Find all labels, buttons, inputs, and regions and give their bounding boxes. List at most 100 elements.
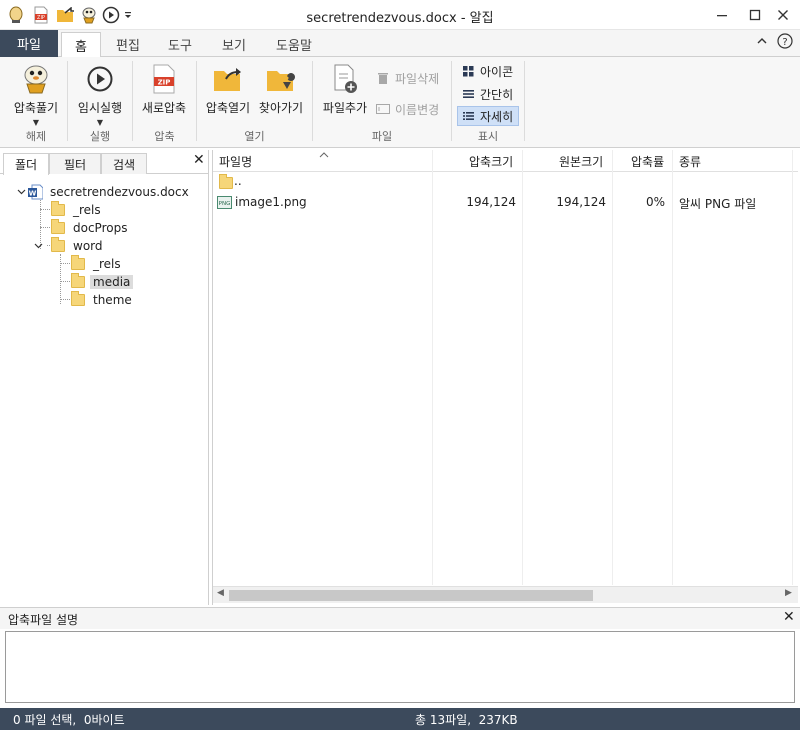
file-name: image1.png <box>235 195 307 209</box>
scroll-right-icon[interactable]: ▶ <box>785 588 792 598</box>
ribbon: 압축풀기 ▼ 해제 임시실행 ▼ 실행 ZIP 새로압축 압축 압축열기 찾아가… <box>0 57 800 148</box>
dropdown-caret-icon: ▼ <box>96 118 104 127</box>
folder-icon <box>71 255 85 270</box>
column-divider[interactable] <box>432 150 433 585</box>
file-list: 파일명 압축크기 원본크기 압축률 종류 .. PNG image1.png 1… <box>212 150 798 605</box>
column-header: 파일명 압축크기 원본크기 압축률 종류 <box>213 150 798 172</box>
folder-location-icon <box>265 63 297 95</box>
svg-text:W: W <box>29 190 37 198</box>
tree-line <box>60 263 70 264</box>
collapse-chevron-icon[interactable] <box>31 243 45 249</box>
view-simple-button[interactable]: 간단히 <box>459 84 521 104</box>
png-icon: PNG <box>217 196 232 212</box>
zip-file-icon: ZIP <box>148 63 180 95</box>
ribbon-tab-bar: 파일 홈 편집 도구 보기 도움말 ? <box>0 30 800 58</box>
delete-file-button[interactable]: 파일삭제 <box>376 68 439 88</box>
close-icon[interactable] <box>766 0 800 30</box>
rename-icon <box>376 102 390 116</box>
tab-search[interactable]: 검색 <box>101 153 147 174</box>
collapse-chevron-icon[interactable] <box>14 189 28 195</box>
close-panel-icon[interactable]: ✕ <box>193 152 205 168</box>
tab-home[interactable]: 홈 <box>61 32 101 58</box>
group-separator <box>312 61 313 141</box>
list-icon <box>461 87 475 101</box>
group-label-compress: 압축 <box>154 130 175 143</box>
tree-root[interactable]: W secretrendezvous.docx <box>14 183 192 201</box>
tab-edit[interactable]: 편집 <box>106 32 150 57</box>
group-label-run: 실행 <box>89 130 111 143</box>
column-divider[interactable] <box>612 150 613 585</box>
column-original-size[interactable]: 원본크기 <box>559 153 603 170</box>
group-label-file: 파일 <box>371 130 393 143</box>
table-row[interactable]: PNG image1.png 194,124 194,124 0% 알씨 PNG… <box>213 193 798 212</box>
tree-line <box>60 299 70 300</box>
panel-tabs: 폴더 필터 검색 ✕ <box>0 150 209 175</box>
grid-icon <box>461 64 475 78</box>
group-label-open: 열기 <box>244 130 265 143</box>
scroll-left-icon[interactable]: ◀ <box>217 588 224 598</box>
tab-tools[interactable]: 도구 <box>158 32 202 57</box>
column-type[interactable]: 종류 <box>679 153 701 170</box>
folder-panel: 폴더 필터 검색 ✕ W secretrendezvous.docx _rels… <box>0 150 209 605</box>
scrollbar-thumb[interactable] <box>229 590 593 601</box>
description-title: 압축파일 설명 <box>8 613 79 627</box>
tab-view[interactable]: 보기 <box>212 32 256 57</box>
column-name[interactable]: 파일명 <box>219 153 252 170</box>
find-location-button[interactable]: 찾아가기 <box>254 63 308 116</box>
detail-list-icon <box>461 109 475 123</box>
temp-run-button[interactable]: 임시실행 ▼ <box>72 63 128 127</box>
tab-help[interactable]: 도움말 <box>268 32 320 57</box>
parent-folder-row[interactable]: .. <box>213 174 798 193</box>
word-document-icon: W <box>28 184 43 200</box>
status-bar: 0 파일 선택, 0바이트 총 13파일, 237KB <box>0 708 800 730</box>
extract-button[interactable]: 압축풀기 ▼ <box>8 63 64 127</box>
rename-button[interactable]: 이름변경 <box>376 99 439 119</box>
tree-line <box>40 227 50 228</box>
view-detail-button[interactable]: 자세히 <box>457 106 519 126</box>
extract-mascot-icon <box>20 63 52 95</box>
open-archive-button[interactable]: 압축열기 <box>200 63 256 116</box>
file-packed-size: 194,124 <box>466 195 516 209</box>
folder-icon <box>51 237 65 252</box>
minimize-icon[interactable] <box>705 0 739 30</box>
description-textarea[interactable] <box>5 631 795 703</box>
tab-folder[interactable]: 폴더 <box>3 153 49 175</box>
title-bar: ZIP secretrendezvous.docx - 알집 <box>0 0 800 30</box>
file-original-size: 194,124 <box>556 195 606 209</box>
column-divider[interactable] <box>522 150 523 585</box>
horizontal-scrollbar[interactable]: ◀ ▶ <box>213 586 798 603</box>
add-file-icon <box>329 63 361 95</box>
svg-text:ZIP: ZIP <box>158 79 171 87</box>
tree-item-word-rels[interactable]: _rels <box>71 255 124 273</box>
window-title: secretrendezvous.docx - 알집 <box>306 11 494 26</box>
file-type: 알씨 PNG 파일 <box>679 197 757 211</box>
tree-item-theme[interactable]: theme <box>71 291 135 309</box>
tree-item-word[interactable]: word <box>31 237 106 255</box>
folder-open-arrow-icon <box>212 63 244 95</box>
column-divider[interactable] <box>792 150 793 585</box>
column-packed-size[interactable]: 압축크기 <box>469 153 513 170</box>
tree-item-docprops[interactable]: docProps <box>51 219 130 237</box>
folder-icon <box>71 291 85 306</box>
view-icons-button[interactable]: 아이콘 <box>459 61 521 81</box>
help-icon[interactable]: ? <box>777 33 793 52</box>
tree-item-media[interactable]: media <box>71 273 134 291</box>
add-file-button[interactable]: 파일추가 <box>318 63 372 116</box>
status-selection: 0 파일 선택, 0바이트 <box>13 713 125 727</box>
dropdown-caret-icon: ▼ <box>32 118 40 127</box>
tab-file[interactable]: 파일 <box>0 30 58 57</box>
column-divider[interactable] <box>672 150 673 585</box>
svg-text:?: ? <box>782 37 787 48</box>
description-header: 압축파일 설명 ✕ <box>0 607 800 629</box>
tree-line <box>60 281 70 282</box>
column-ratio[interactable]: 압축률 <box>631 153 664 170</box>
play-icon <box>84 63 116 95</box>
group-separator <box>524 61 525 141</box>
group-label-view: 표시 <box>477 130 499 143</box>
status-total: 총 13파일, 237KB <box>415 713 518 727</box>
tab-filter[interactable]: 필터 <box>49 153 101 174</box>
new-compress-button[interactable]: ZIP 새로압축 <box>136 63 192 116</box>
close-description-icon[interactable]: ✕ <box>783 609 795 625</box>
tree-item-rels[interactable]: _rels <box>51 201 104 219</box>
collapse-ribbon-icon[interactable] <box>756 35 768 50</box>
